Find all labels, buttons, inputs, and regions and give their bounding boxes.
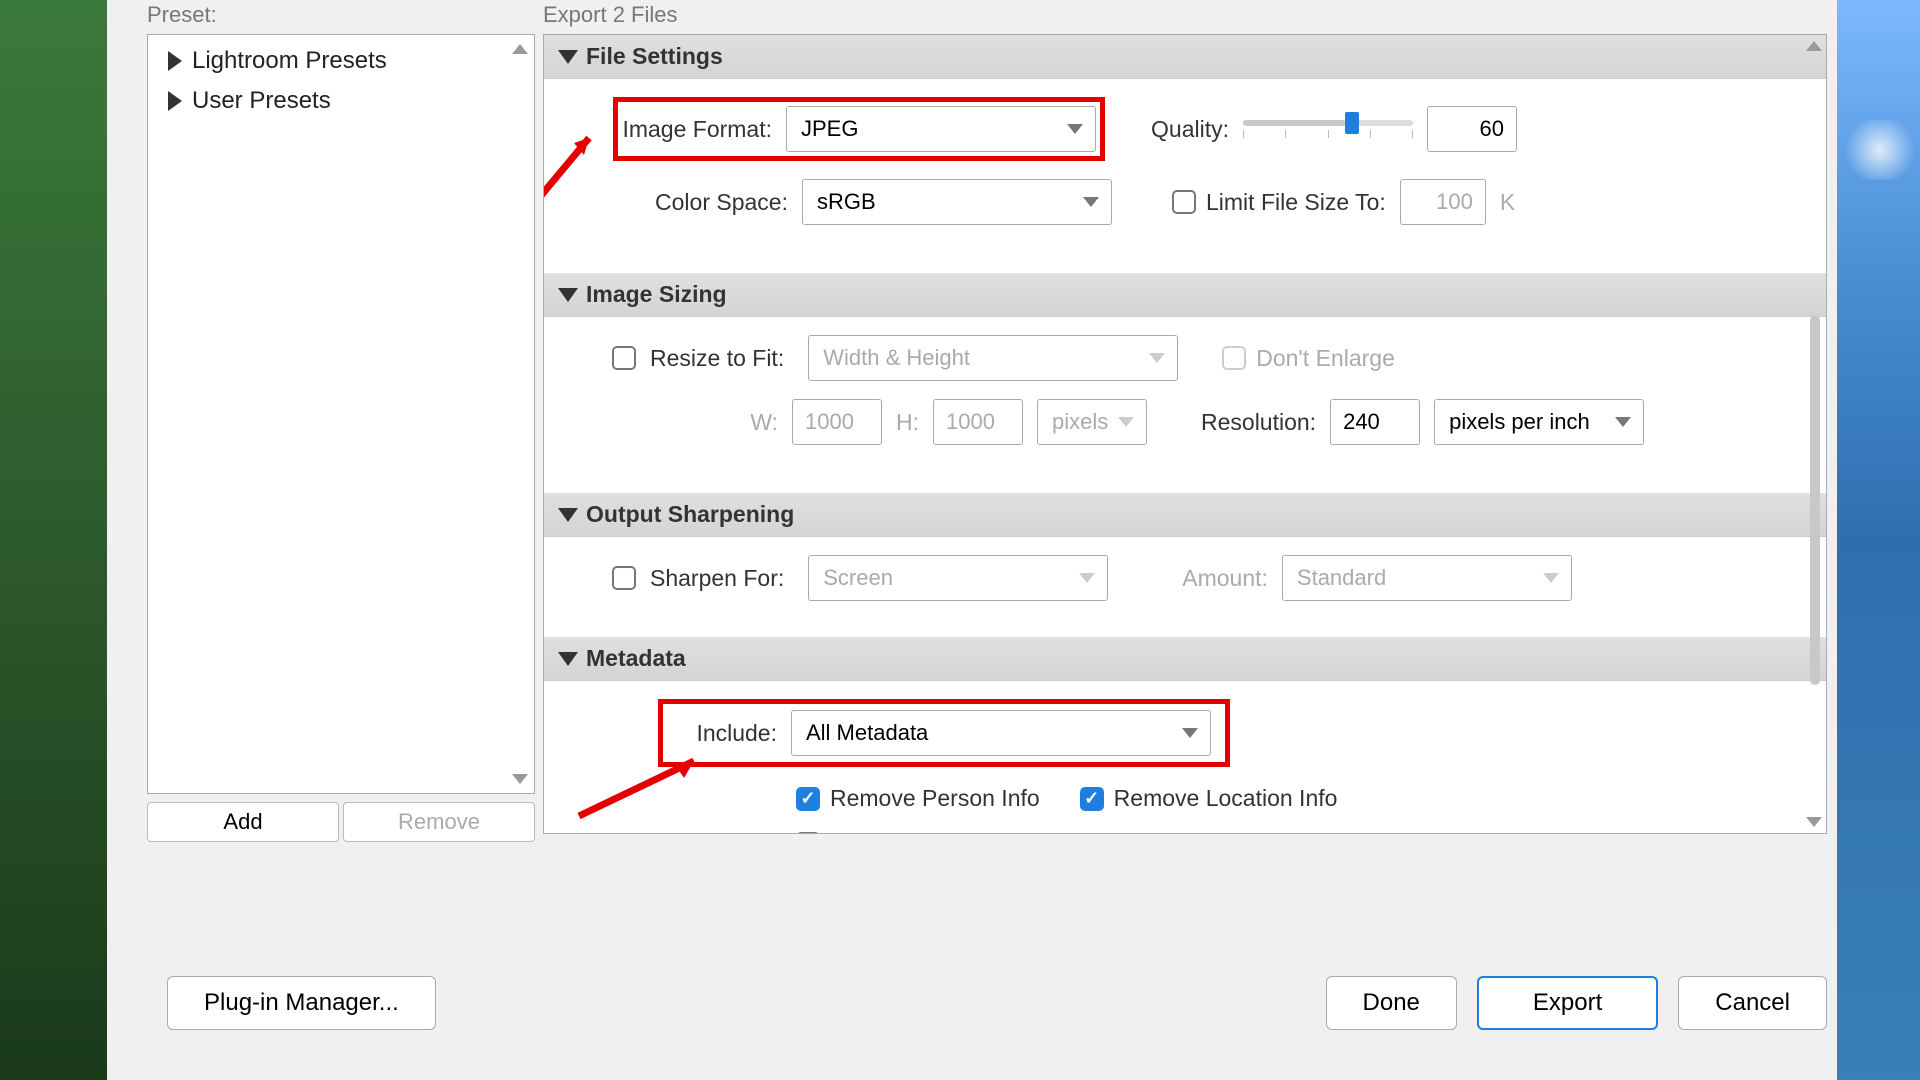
height-label: H: <box>896 409 919 436</box>
remove-person-label: Remove Person Info <box>830 785 1040 812</box>
quality-label: Quality: <box>1139 116 1229 143</box>
chevron-down-icon <box>1182 728 1198 738</box>
height-input[interactable] <box>933 399 1023 445</box>
amount-label: Amount: <box>1182 565 1268 592</box>
limit-file-size-checkbox[interactable] <box>1172 190 1196 214</box>
section-title: File Settings <box>586 43 723 70</box>
annotation-arrow-icon <box>543 123 604 203</box>
select-value: sRGB <box>817 189 876 215</box>
scroll-up-icon[interactable] <box>510 39 530 59</box>
chevron-down-icon <box>558 288 578 302</box>
section-header-file-settings[interactable]: File Settings <box>544 35 1826 79</box>
image-format-select[interactable]: JPEG <box>786 106 1096 152</box>
export-dialog: Preset: Lightroom Presets User Presets A… <box>107 0 1837 1080</box>
resize-mode-select[interactable]: Width & Height <box>808 335 1178 381</box>
include-label: Include: <box>677 720 777 747</box>
quality-slider[interactable] <box>1243 120 1413 138</box>
amount-select[interactable]: Standard <box>1282 555 1572 601</box>
size-unit-select[interactable]: pixels <box>1037 399 1147 445</box>
section-title: Metadata <box>586 645 686 672</box>
section-header-image-sizing[interactable]: Image Sizing <box>544 273 1826 317</box>
select-value: Width & Height <box>823 345 970 371</box>
settings-panel: File Settings Image Format: JPEG <box>543 34 1827 834</box>
chevron-down-icon <box>1067 124 1083 134</box>
section-header-output-sharpening[interactable]: Output Sharpening <box>544 493 1826 537</box>
sharpen-label: Sharpen For: <box>650 565 784 592</box>
remove-preset-button: Remove <box>343 802 535 842</box>
chevron-down-icon <box>558 652 578 666</box>
annotation-highlight: Image Format: JPEG <box>613 97 1105 161</box>
limit-file-size-label: Limit File Size To: <box>1206 189 1386 216</box>
dont-enlarge-label: Don't Enlarge <box>1256 345 1395 372</box>
write-keywords-checkbox[interactable] <box>796 832 820 835</box>
scroll-up-icon[interactable] <box>1806 41 1824 51</box>
chevron-down-icon <box>1083 197 1099 207</box>
chevron-right-icon <box>168 91 182 111</box>
chevron-down-icon <box>558 50 578 64</box>
limit-file-size-input[interactable] <box>1400 179 1486 225</box>
width-label: W: <box>578 409 778 436</box>
chevron-down-icon <box>1079 573 1095 583</box>
preset-list: Lightroom Presets User Presets <box>147 34 535 794</box>
preset-category-user[interactable]: User Presets <box>148 81 534 121</box>
select-value: All Metadata <box>806 720 928 746</box>
cancel-button[interactable]: Cancel <box>1678 976 1827 1030</box>
color-space-select[interactable]: sRGB <box>802 179 1112 225</box>
export-button[interactable]: Export <box>1477 976 1658 1030</box>
resolution-unit-select[interactable]: pixels per inch <box>1434 399 1644 445</box>
section-header-metadata[interactable]: Metadata <box>544 637 1826 681</box>
select-value: Standard <box>1297 565 1386 591</box>
chevron-right-icon <box>168 51 182 71</box>
chevron-down-icon <box>1615 417 1631 427</box>
chevron-down-icon <box>1118 417 1134 427</box>
plugin-manager-button[interactable]: Plug-in Manager... <box>167 976 436 1030</box>
scroll-down-icon[interactable] <box>510 769 530 789</box>
chevron-down-icon <box>1543 573 1559 583</box>
select-value: JPEG <box>801 116 858 142</box>
width-input[interactable] <box>792 399 882 445</box>
resolution-label: Resolution: <box>1201 409 1316 436</box>
select-value: pixels <box>1052 409 1108 435</box>
chevron-down-icon <box>558 508 578 522</box>
annotation-highlight: Include: All Metadata <box>658 699 1230 767</box>
remove-location-label: Remove Location Info <box>1114 785 1338 812</box>
preset-item-label: User Presets <box>192 87 331 115</box>
resolution-input[interactable] <box>1330 399 1420 445</box>
limit-unit-label: K <box>1500 189 1515 216</box>
select-value: pixels per inch <box>1449 409 1590 435</box>
select-value: Screen <box>823 565 893 591</box>
remove-location-checkbox[interactable] <box>1080 787 1104 811</box>
done-button[interactable]: Done <box>1326 976 1457 1030</box>
preset-category-lightroom[interactable]: Lightroom Presets <box>148 41 534 81</box>
include-select[interactable]: All Metadata <box>791 710 1211 756</box>
resize-checkbox[interactable] <box>612 346 636 370</box>
image-format-label: Image Format: <box>622 116 772 143</box>
sharpen-for-select[interactable]: Screen <box>808 555 1108 601</box>
preset-item-label: Lightroom Presets <box>192 47 387 75</box>
add-preset-button[interactable]: Add <box>147 802 339 842</box>
preset-label: Preset: <box>147 0 535 34</box>
section-title: Image Sizing <box>586 281 727 308</box>
sharpen-checkbox[interactable] <box>612 566 636 590</box>
color-space-label: Color Space: <box>578 189 788 216</box>
dont-enlarge-checkbox <box>1222 346 1246 370</box>
resize-label: Resize to Fit: <box>650 345 784 372</box>
quality-input[interactable] <box>1427 106 1517 152</box>
section-title: Output Sharpening <box>586 501 794 528</box>
chevron-down-icon <box>1149 353 1165 363</box>
export-title: Export 2 Files <box>543 0 1827 34</box>
write-keywords-label: Write Keywords as Lightroom Hierarchy <box>830 830 1235 834</box>
remove-person-checkbox[interactable] <box>796 787 820 811</box>
